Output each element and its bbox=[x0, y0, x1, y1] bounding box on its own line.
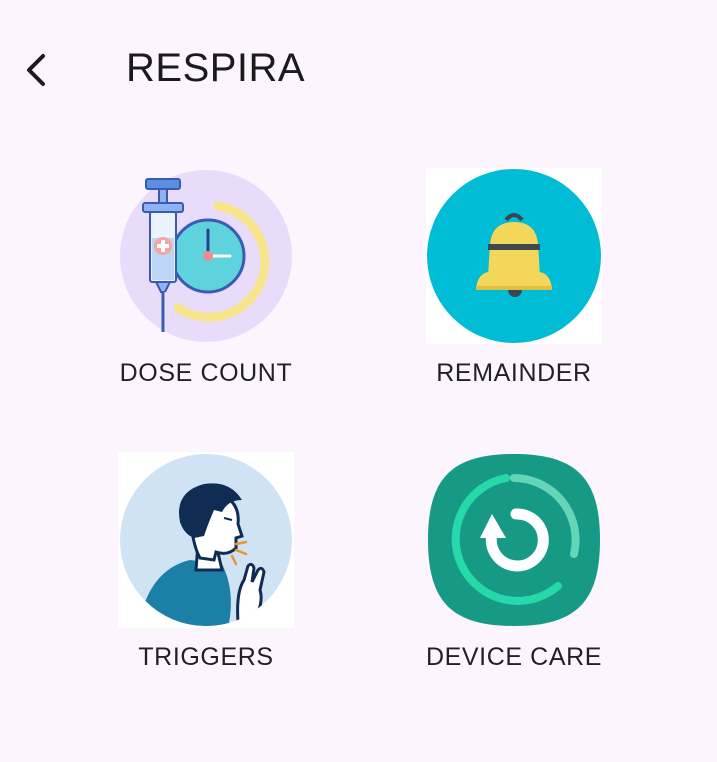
menu-item-triggers[interactable]: TRIGGERS bbox=[56, 452, 356, 692]
refresh-cycle-icon bbox=[426, 452, 602, 628]
menu-item-device-care[interactable]: DEVICE CARE bbox=[364, 452, 664, 692]
bell-icon bbox=[426, 168, 602, 344]
menu-item-label: DOSE COUNT bbox=[119, 359, 293, 387]
menu-item-remainder[interactable]: REMAINDER bbox=[364, 168, 664, 408]
menu-item-label: DEVICE CARE bbox=[425, 643, 603, 671]
back-button[interactable] bbox=[14, 46, 62, 94]
menu-item-label: TRIGGERS bbox=[138, 643, 274, 671]
syringe-clock-icon bbox=[118, 168, 294, 344]
chevron-left-icon bbox=[27, 54, 45, 86]
app-bar: RESPIRA bbox=[0, 0, 717, 140]
coughing-person-icon bbox=[118, 452, 294, 628]
menu-item-label: REMAINDER bbox=[436, 359, 592, 387]
page-title: RESPIRA bbox=[126, 46, 306, 90]
menu-item-dose-count[interactable]: DOSE COUNT bbox=[56, 168, 356, 408]
